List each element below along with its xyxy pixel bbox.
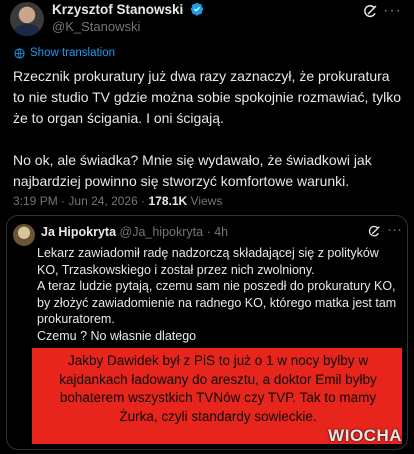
more-icon[interactable]: ··· <box>387 221 402 238</box>
quoted-author-handle[interactable]: @Ja_hipokryta <box>120 225 204 239</box>
tweet-time[interactable]: 3:19 PM <box>13 194 58 208</box>
views-label: Views <box>190 194 223 208</box>
quoted-author-name[interactable]: Ja Hipokryta <box>41 225 116 239</box>
quoted-text: Lekarz zawiadomił radę nadzorczą składaj… <box>37 245 403 344</box>
quoted-line: A teraz ludzie pytają, czemu sam nie pos… <box>37 279 397 326</box>
tweet-paragraph: Rzecznik prokuratury już dwa razy zaznac… <box>13 68 402 126</box>
meta-separator: · <box>206 225 211 239</box>
globe-icon <box>14 47 25 59</box>
meta-separator: · <box>141 194 146 208</box>
caption-overlay-text: Jakby Dawidek był z PiS to już o 1 w noc… <box>59 353 377 424</box>
tweet-text: Rzecznik prokuratury już dwa razy zaznac… <box>13 66 405 213</box>
author-handle[interactable]: @K_Stanowski <box>52 19 140 34</box>
verified-badge-icon <box>190 2 204 16</box>
wiocha-watermark: WIOCHA <box>328 426 402 445</box>
quoted-age[interactable]: 4h <box>214 225 228 239</box>
more-icon[interactable]: ··· <box>383 2 402 20</box>
grok-icon[interactable] <box>367 225 381 239</box>
tweet-date[interactable]: Jun 24, 2026 <box>68 194 137 208</box>
quoted-line: Czemu ? No własnie dlatego <box>37 328 197 343</box>
quoted-author-avatar[interactable] <box>13 224 35 246</box>
quoted-line: Lekarz zawiadomił radę nadzorczą składaj… <box>37 246 379 277</box>
tweet-paragraph: No ok, ale świadka? Mnie się wydawało, ż… <box>13 152 372 189</box>
author-avatar[interactable] <box>10 2 44 36</box>
author-name[interactable]: Krzysztof Stanowski <box>52 2 183 17</box>
tweet-header: Krzysztof Stanowski @K_Stanowski ··· <box>6 0 408 44</box>
grok-icon[interactable] <box>362 4 378 20</box>
show-translation-link[interactable]: Show translation <box>14 47 115 59</box>
meta-separator: · <box>61 194 66 208</box>
author-name-row[interactable]: Krzysztof Stanowski <box>52 2 204 17</box>
tweet-meta: 3:19 PM · Jun 24, 2026 · 178.1K Views <box>13 194 222 208</box>
views-count: 178.1K <box>148 194 188 208</box>
show-translation-label[interactable]: Show translation <box>30 47 115 59</box>
quoted-author-row: Ja Hipokryta @Ja_hipokryta · 4h <box>41 225 228 239</box>
